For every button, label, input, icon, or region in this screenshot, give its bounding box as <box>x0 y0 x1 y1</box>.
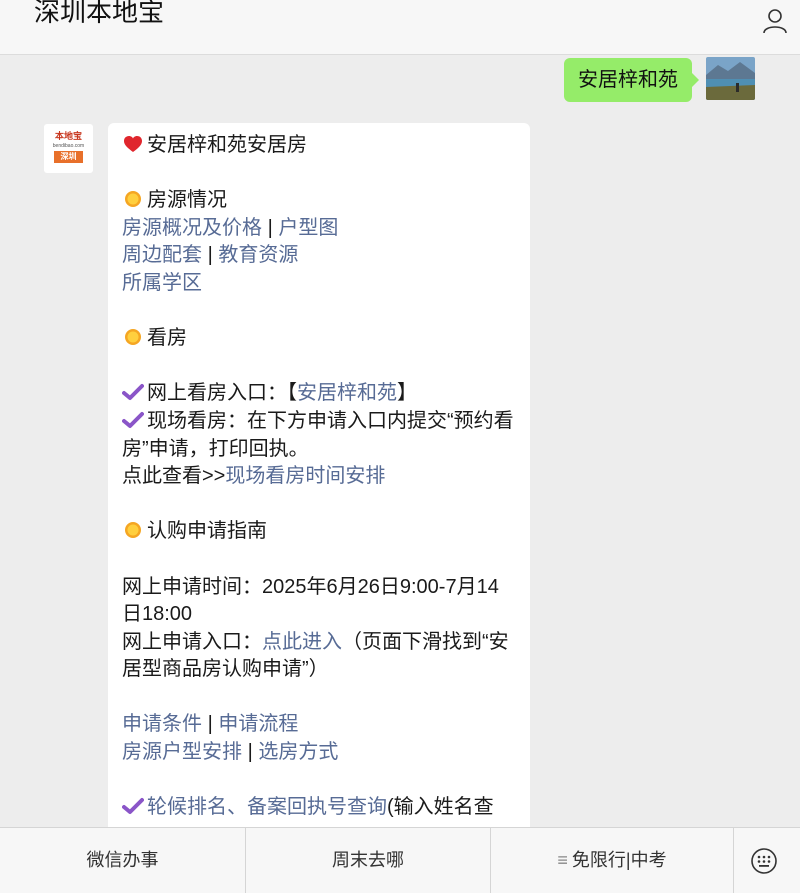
page-title: 深圳本地宝 <box>34 0 165 27</box>
selection-method-link[interactable]: 选房方式 <box>258 741 338 763</box>
process-link[interactable]: 申请流程 <box>218 713 298 735</box>
onsite-schedule-row: 点此查看>>现场看房时间安排 <box>122 465 386 488</box>
outgoing-message[interactable]: 安居梓和苑 <box>564 58 699 102</box>
separator: | <box>267 216 273 239</box>
menu-list-icon: ≡ <box>557 850 568 870</box>
online-viewing-link[interactable]: 安居梓和苑 <box>297 382 397 404</box>
keyboard-icon[interactable] <box>750 847 778 875</box>
waitlist-query-link[interactable]: 轮候排名、备案回执号查询 <box>147 796 387 818</box>
sun-icon <box>125 522 141 539</box>
listing-links-row2: 周边配套 | 教育资源 <box>122 242 516 270</box>
apply-time: 网上申请时间：2025年6月26日9:00-7月14日18:00 <box>122 575 499 626</box>
menu-item-wechat-services[interactable]: 微信办事 <box>0 828 245 893</box>
user-avatar[interactable] <box>706 57 755 100</box>
onsite-viewing-row: 现场看房：在下方申请入口内提交“预约看房”申请，打印回执。 <box>122 409 514 460</box>
section-title-application: 认购申请指南 <box>122 518 516 546</box>
top-bar: 深圳本地宝 <box>0 0 800 55</box>
sun-icon <box>125 191 141 208</box>
floorplan-link[interactable]: 户型图 <box>278 217 338 239</box>
overview-price-link[interactable]: 房源概况及价格 <box>122 217 262 239</box>
bot-avatar[interactable]: 本地宝 bendibao.com 深圳 <box>44 124 93 173</box>
apply-links-row1: 申请条件 | 申请流程 <box>122 711 516 739</box>
listing-links-row3: 所属学区 <box>122 270 516 298</box>
listing-links-row1: 房源概况及价格 | 户型图 <box>122 215 516 243</box>
menu-divider <box>733 828 734 893</box>
menu-item-exam[interactable]: ≡ 免限行|中考 <box>491 828 733 893</box>
section-title-viewing: 看房 <box>122 325 516 353</box>
bot-logo-domain: bendibao.com <box>52 143 85 149</box>
conditions-link[interactable]: 申请条件 <box>122 713 202 735</box>
onsite-schedule-link[interactable]: 现场看房时间安排 <box>225 465 385 487</box>
bot-logo-mark: 本地宝 <box>54 131 82 141</box>
unit-arrangement-link[interactable]: 房源户型安排 <box>122 741 242 763</box>
check-icon <box>122 384 144 401</box>
apply-links-row2: 房源户型安排 | 选房方式 <box>122 739 516 767</box>
bot-logo-city: 深圳 <box>54 151 83 163</box>
facilities-link[interactable]: 周边配套 <box>122 244 202 266</box>
heart-icon <box>124 136 142 152</box>
apply-entry-link[interactable]: 点此进入 <box>262 631 342 653</box>
separator: | <box>207 713 213 736</box>
apply-entry-row: 网上申请入口：点此进入（页面下滑找到“安居型商品房认购申请”） <box>122 630 509 681</box>
reply-message: 安居梓和苑安居房 房源情况 房源概况及价格 | 户型图 周边配套 | 教育资源 … <box>108 123 530 827</box>
separator: | <box>207 244 213 267</box>
online-viewing-row: 网上看房入口：【安居梓和苑】 <box>122 380 516 408</box>
sun-icon <box>125 329 141 346</box>
section-title-listing: 房源情况 <box>122 187 516 215</box>
reply-heading: 安居梓和苑安居房 <box>122 132 516 160</box>
profile-icon[interactable] <box>760 6 790 36</box>
separator: | <box>247 741 253 764</box>
school-district-link[interactable]: 所属学区 <box>122 272 202 294</box>
chat-area[interactable]: 安居梓和苑 本地宝 bendibao.com 深圳 安居梓和苑安居房 房源情况 … <box>0 55 800 827</box>
waitlist-row: 轮候排名、备案回执号查询(输入姓名查 <box>122 794 516 822</box>
menu-item-weekend[interactable]: 周末去哪 <box>246 828 490 893</box>
education-link[interactable]: 教育资源 <box>218 244 298 266</box>
check-icon <box>122 411 144 428</box>
check-icon <box>122 798 144 815</box>
bottom-menu: 微信办事 周末去哪 ≡ 免限行|中考 <box>0 827 800 893</box>
